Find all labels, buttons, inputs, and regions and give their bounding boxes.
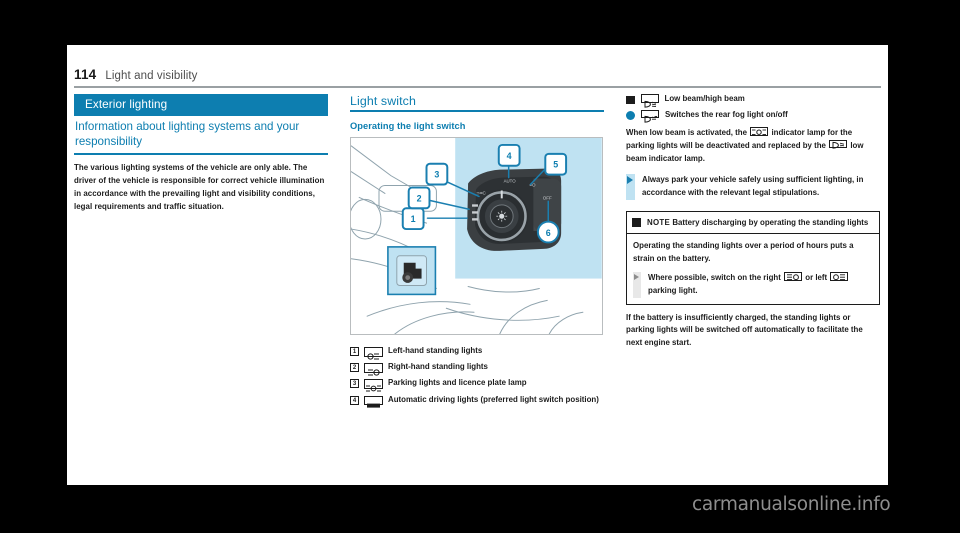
symbol-glyph bbox=[752, 129, 767, 136]
note-bullet-part-b: or left bbox=[805, 273, 828, 283]
legend-number: 2 bbox=[350, 363, 359, 373]
left-body-text: The various lighting systems of the vehi… bbox=[74, 163, 325, 211]
svg-text:AUTO: AUTO bbox=[504, 179, 517, 184]
symbol-glyph bbox=[367, 403, 380, 408]
manual-page: 114 Light and visibility Exterior lighti… bbox=[67, 45, 888, 485]
symbol-glyph bbox=[366, 385, 381, 392]
warning-bullet-text: Always park your vehicle safely using su… bbox=[642, 175, 864, 197]
right-standing-light-symbol-icon bbox=[364, 363, 383, 376]
parking-light-indicator-icon bbox=[750, 127, 769, 136]
symbol-glyph bbox=[367, 353, 379, 360]
legend-text: Right-hand standing lights bbox=[388, 362, 488, 372]
circle-bullet-marker bbox=[626, 111, 635, 121]
note-title: Battery discharging by operating the sta… bbox=[672, 217, 869, 227]
note-bullet-text: Where possible, switch on the right or l… bbox=[648, 272, 873, 297]
light-switch-illustration: OFF AUTO ⊃≡C ≡O 1 2 3 4 5 6 bbox=[351, 138, 602, 334]
low-beam-indicator-icon bbox=[829, 139, 848, 149]
square-bullet-marker bbox=[626, 95, 635, 104]
left-parking-light-icon bbox=[830, 272, 849, 281]
note-label: NOTE bbox=[647, 217, 671, 227]
rear-fog-light-symbol-icon bbox=[641, 109, 659, 123]
legend-item: 4 Automatic driving lights (preferred li… bbox=[350, 394, 604, 408]
light-switch-figure: OFF AUTO ⊃≡C ≡O 1 2 3 4 5 6 bbox=[350, 137, 603, 335]
automatic-driving-light-symbol-icon bbox=[364, 395, 383, 408]
page-header: 114 Light and visibility bbox=[67, 45, 888, 88]
symbol-glyph bbox=[368, 369, 380, 376]
low-beam-symbol-icon bbox=[640, 94, 659, 108]
operating-light-switch-subheading: Operating the light switch bbox=[350, 121, 466, 131]
page-number: 114 bbox=[74, 67, 97, 82]
legend-number: 3 bbox=[350, 379, 359, 389]
gray-arrow-bullet-icon bbox=[633, 272, 641, 298]
middle-column: Light switch Operating the light switch bbox=[350, 94, 604, 482]
low-beam-paragraph: When low beam is activated, the indicato… bbox=[626, 127, 880, 165]
blue-arrow-bullet-icon bbox=[626, 174, 635, 200]
note-warning-icon bbox=[632, 217, 641, 227]
legend-item: 2 Right-hand standing lights bbox=[350, 362, 604, 376]
note-bullet-part-c: parking light. bbox=[648, 285, 698, 295]
note-header: NOTE Battery discharging by operating th… bbox=[627, 212, 879, 234]
svg-text:4: 4 bbox=[507, 151, 512, 161]
right-parking-light-icon bbox=[784, 272, 803, 281]
right-list-text: Switches the rear fog light on/off bbox=[665, 109, 788, 119]
legend-text: Automatic driving lights (preferred ligh… bbox=[388, 394, 599, 404]
svg-text:1: 1 bbox=[411, 214, 416, 224]
symbol-glyph bbox=[644, 100, 656, 108]
note-bullet-block: Where possible, switch on the right or l… bbox=[633, 272, 873, 298]
svg-text:2: 2 bbox=[417, 193, 422, 203]
right-list-item: Low beam/high beam bbox=[626, 94, 880, 108]
figure-legend: 1 Left-hand standing lights 2 Right-hand… bbox=[350, 346, 604, 408]
section-bar-exterior-lighting: Exterior lighting bbox=[74, 94, 328, 116]
paragraph-part-a: When low beam is activated, the bbox=[626, 128, 748, 138]
svg-text:⊃≡C: ⊃≡C bbox=[476, 190, 486, 195]
legend-text: Parking lights and licence plate lamp bbox=[388, 378, 527, 388]
note-bullet-part-a: Where possible, switch on the right bbox=[648, 273, 781, 283]
right-list-item: Switches the rear fog light on/off bbox=[626, 109, 880, 123]
right-column: Low beam/high beam Switches the rear fog… bbox=[626, 94, 880, 482]
symbol-glyph bbox=[833, 274, 846, 281]
svg-text:6: 6 bbox=[546, 228, 551, 238]
legend-number: 4 bbox=[350, 395, 359, 405]
note-header-text: NOTE Battery discharging by operating th… bbox=[647, 217, 868, 228]
site-watermark: carmanualsonline.info bbox=[692, 494, 891, 515]
legend-item: 3 Parking lights and licence plate lamp bbox=[350, 378, 604, 392]
legend-number: 1 bbox=[350, 347, 359, 356]
page-header-row: 114 Light and visibility bbox=[74, 67, 198, 82]
note-body: Operating the standing lights over a per… bbox=[627, 234, 879, 304]
legend-item: 1 Left-hand standing lights bbox=[350, 346, 604, 360]
header-divider bbox=[74, 86, 881, 88]
svg-text:OFF: OFF bbox=[543, 195, 552, 200]
legend-text: Left-hand standing lights bbox=[388, 346, 483, 355]
note-box: NOTE Battery discharging by operating th… bbox=[626, 210, 880, 305]
left-standing-light-symbol-icon bbox=[364, 347, 383, 360]
chapter-title: Light and visibility bbox=[105, 70, 198, 82]
screenshot-root: 114 Light and visibility Exterior lighti… bbox=[0, 0, 960, 533]
left-column: Exterior lighting Information about ligh… bbox=[74, 94, 328, 482]
svg-text:3: 3 bbox=[434, 170, 439, 180]
note-body-text: Operating the standing lights over a per… bbox=[633, 241, 854, 263]
parking-light-symbol-icon bbox=[364, 379, 383, 392]
symbol-glyph bbox=[832, 141, 845, 149]
light-switch-heading: Light switch bbox=[350, 94, 604, 112]
symbol-glyph bbox=[644, 116, 658, 123]
left-sub-heading: Information about lighting systems and y… bbox=[74, 116, 328, 156]
closing-paragraph: If the battery is insufficiently charged… bbox=[626, 312, 863, 347]
content-columns: Exterior lighting Information about ligh… bbox=[74, 94, 881, 482]
symbol-glyph bbox=[787, 274, 799, 281]
svg-text:5: 5 bbox=[553, 160, 558, 170]
right-list-text: Low beam/high beam bbox=[664, 94, 745, 103]
warning-bullet-block: Always park your vehicle safely using su… bbox=[626, 174, 880, 200]
